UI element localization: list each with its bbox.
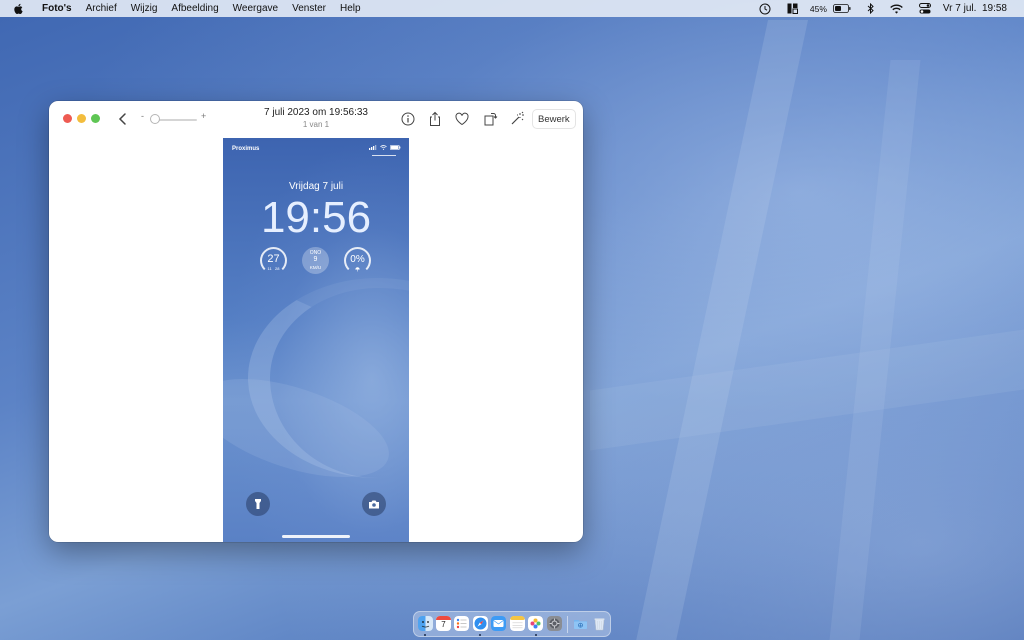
carrier-label: Proximus	[232, 146, 260, 152]
magic-wand-icon[interactable]	[509, 111, 525, 127]
reminders-icon[interactable]	[454, 616, 469, 631]
running-indicator	[479, 634, 481, 636]
menu-bar: Foto's Archief Wijzig Afbeelding Weergav…	[0, 0, 1024, 17]
flashlight-icon	[255, 499, 261, 509]
wifi-icon[interactable]	[890, 4, 903, 14]
window-titlebar: - + 7 juli 2023 om 19:56:33 1 van 1 Bewe…	[49, 101, 583, 138]
photo-viewer-window: - + 7 juli 2023 om 19:56:33 1 van 1 Bewe…	[49, 101, 583, 542]
menu-app-name[interactable]: Foto's	[35, 0, 79, 17]
dock: 7	[413, 611, 611, 637]
camera-button	[362, 492, 386, 516]
calendar-day: 7	[441, 620, 446, 629]
heart-icon[interactable]	[454, 111, 470, 127]
umbrella-icon	[355, 267, 360, 272]
share-icon[interactable]	[427, 111, 443, 127]
safari-icon[interactable]	[473, 616, 488, 631]
camera-icon	[369, 500, 379, 508]
home-indicator	[282, 535, 350, 538]
menu-help[interactable]: Help	[333, 0, 368, 17]
running-indicator	[424, 634, 426, 636]
calendar-icon[interactable]: 7	[436, 616, 451, 631]
menu-archief[interactable]: Archief	[79, 0, 124, 17]
downloads-folder-icon[interactable]	[573, 616, 588, 631]
photos-icon[interactable]	[528, 616, 543, 631]
menubar-clock[interactable]: Vr 7 jul. 19:58	[943, 3, 1007, 14]
battery-icon[interactable]	[832, 4, 851, 13]
temperature-value: 27	[267, 253, 280, 265]
lockscreen-time: 19:56	[260, 193, 372, 242]
bluetooth-icon[interactable]	[867, 3, 874, 14]
control-center-icon[interactable]	[918, 3, 931, 14]
wind-unit: KM/U	[309, 265, 322, 270]
flashlight-button	[246, 492, 270, 516]
lockscreen-date: Vrijdag 7 juli	[288, 181, 344, 192]
photo-image[interactable]: Proximus Vrijdag 7 juli 19:56 27 11 28 O…	[223, 138, 409, 542]
edit-button[interactable]: Bewerk	[532, 109, 576, 129]
running-indicator	[535, 634, 537, 636]
phone-wifi-icon	[380, 145, 387, 150]
wind-speed: 9	[313, 256, 318, 263]
finder-icon[interactable]	[418, 616, 433, 631]
wind-widget: ONO 9 KM/U	[302, 247, 329, 274]
stage-manager-icon[interactable]	[787, 3, 798, 14]
phone-status-icons	[369, 145, 401, 150]
menu-weergave[interactable]: Weergave	[226, 0, 285, 17]
menu-venster[interactable]: Venster	[285, 0, 333, 17]
menu-wijzig[interactable]: Wijzig	[124, 0, 165, 17]
mail-icon[interactable]	[491, 616, 506, 631]
info-icon[interactable]	[400, 111, 416, 127]
phone-battery-icon	[390, 145, 401, 150]
signal-icon	[369, 145, 377, 150]
wallpaper-streak	[590, 329, 1024, 451]
rain-widget: 0%	[344, 247, 371, 274]
apple-menu-icon[interactable]	[13, 3, 25, 15]
menu-afbeelding[interactable]: Afbeelding	[164, 0, 225, 17]
rain-value: 0%	[350, 254, 365, 265]
temperature-range: 11 28	[267, 266, 280, 271]
system-settings-icon[interactable]	[547, 616, 562, 631]
window-title: 7 juli 2023 om 19:56:33	[264, 107, 368, 118]
trash-icon[interactable]	[592, 616, 607, 631]
wallpaper-streak	[631, 20, 809, 640]
temperature-widget: 27 11 28	[260, 247, 287, 274]
notes-icon[interactable]	[510, 616, 525, 631]
dock-separator	[567, 616, 568, 633]
rotate-icon[interactable]	[482, 111, 498, 127]
time-machine-icon[interactable]	[759, 3, 771, 15]
window-subtitle: 1 van 1	[302, 120, 330, 129]
status-underline	[372, 155, 396, 156]
battery-percent: 45%	[809, 3, 827, 14]
